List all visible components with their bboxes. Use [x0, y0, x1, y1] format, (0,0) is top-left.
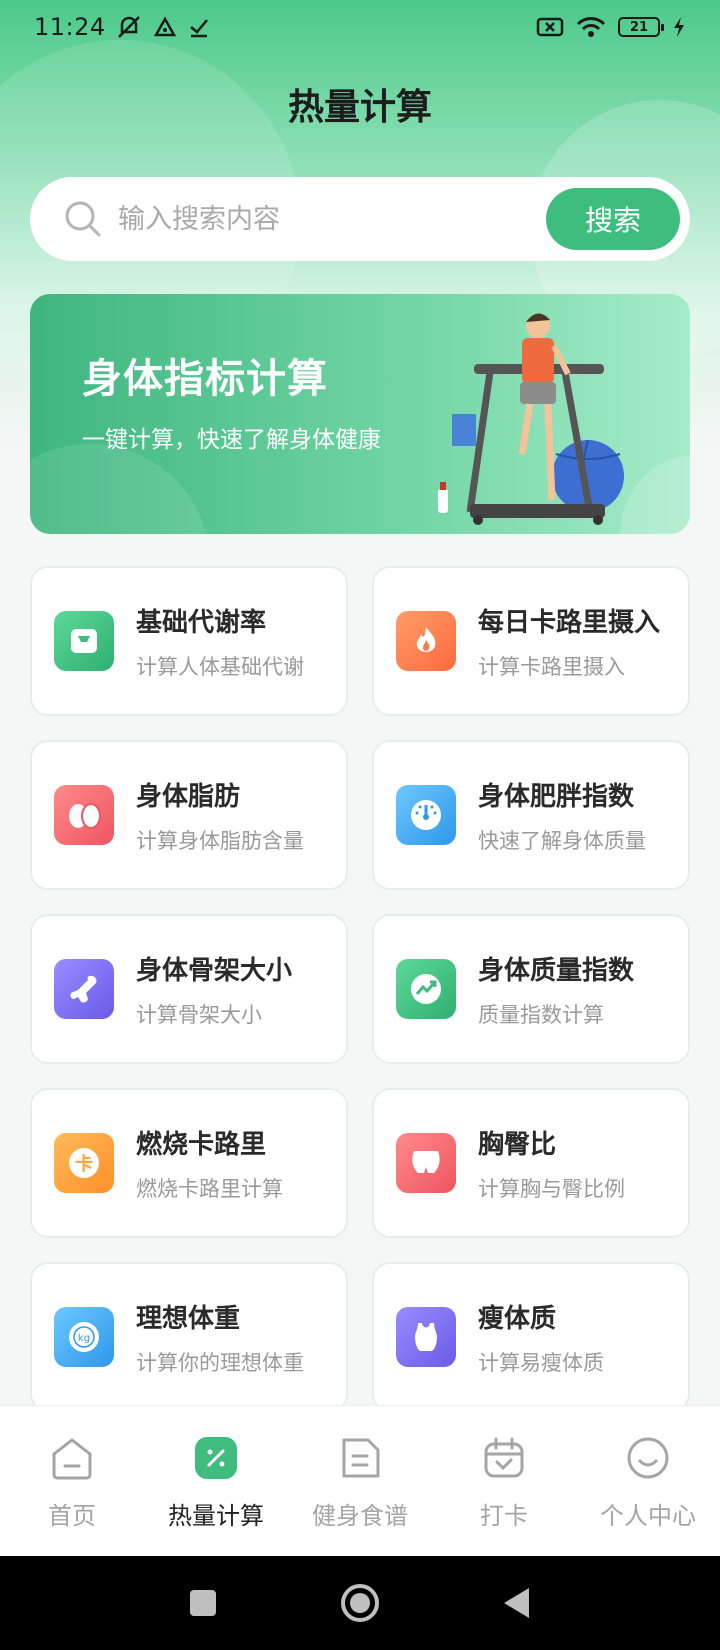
mute-bell-icon [117, 16, 140, 38]
vest-icon [396, 1307, 456, 1367]
triangle-icon [153, 16, 176, 37]
decor-circle [30, 444, 210, 534]
svg-text:kg: kg [78, 1333, 90, 1344]
card-obesity-index[interactable]: 身体肥胖指数 快速了解身体质量 [372, 740, 690, 890]
flame-icon [396, 611, 456, 671]
wifi-icon [576, 17, 606, 37]
battery-indicator: 21 [618, 17, 664, 37]
card-lean-body[interactable]: 瘦体质 计算易瘦体质 [372, 1262, 690, 1412]
card-chest-hip-ratio[interactable]: 胸臀比 计算胸与臀比例 [372, 1088, 690, 1238]
page-title: 热量计算 [287, 87, 432, 128]
status-bar: 11:24 21 [0, 0, 720, 54]
card-subtitle: 计算身体脂肪含量 [136, 828, 304, 853]
card-daily-calorie[interactable]: 每日卡路里摄入 计算卡路里摄入 [372, 566, 690, 716]
card-title: 瘦体质 [478, 1303, 557, 1334]
search-bar: 搜索 [30, 177, 690, 261]
card-subtitle: 快速了解身体质量 [478, 828, 646, 853]
tab-home[interactable]: 首页 [0, 1406, 144, 1556]
system-navigation-bar [0, 1556, 720, 1650]
card-subtitle: 计算骨架大小 [136, 1002, 262, 1027]
recipe-icon [342, 1438, 380, 1478]
banner-title: 身体指标计算 [82, 356, 328, 402]
search-button[interactable]: 搜索 [546, 188, 680, 250]
weight-icon: kg [54, 1307, 114, 1367]
card-bmr[interactable]: 基础代谢率 计算人体基础代谢 [30, 566, 348, 716]
trend-icon [396, 959, 456, 1019]
bone-icon [54, 959, 114, 1019]
search-input[interactable] [118, 203, 498, 235]
card-title: 胸臀比 [478, 1129, 557, 1160]
sim-off-icon [536, 17, 564, 37]
card-title: 身体肥胖指数 [478, 781, 635, 812]
card-subtitle: 计算人体基础代谢 [136, 654, 304, 679]
tab-label: 打卡 [480, 1502, 528, 1530]
card-icon: 卡 [54, 1133, 114, 1193]
card-ideal-weight[interactable]: kg 理想体重 计算你的理想体重 [30, 1262, 348, 1412]
hip-icon [396, 1133, 456, 1193]
search-icon [65, 201, 101, 237]
card-subtitle: 计算胸与臀比例 [478, 1176, 625, 1201]
tab-label: 个人中心 [600, 1502, 696, 1530]
tab-label: 热量计算 [168, 1502, 264, 1530]
card-title: 基础代谢率 [136, 607, 267, 638]
status-time: 11:24 [34, 13, 106, 41]
back-button[interactable] [501, 1586, 533, 1620]
recents-button[interactable] [187, 1587, 219, 1619]
card-subtitle: 计算易瘦体质 [478, 1350, 604, 1375]
card-title: 燃烧卡路里 [136, 1129, 267, 1160]
card-subtitle: 计算你的理想体重 [136, 1350, 304, 1375]
tab-calorie-calc[interactable]: 热量计算 [144, 1406, 288, 1556]
fat-icon [54, 785, 114, 845]
card-bmi[interactable]: 身体质量指数 质量指数计算 [372, 914, 690, 1064]
card-burn-calorie[interactable]: 卡 燃烧卡路里 燃烧卡路里计算 [30, 1088, 348, 1238]
card-body-fat[interactable]: 身体脂肪 计算身体脂肪含量 [30, 740, 348, 890]
card-subtitle: 计算卡路里摄入 [478, 654, 625, 679]
banner-subtitle: 一键计算，快速了解身体健康 [82, 427, 381, 453]
card-skeleton-size[interactable]: 身体骨架大小 计算骨架大小 [30, 914, 348, 1064]
bottom-tab-bar: 首页 热量计算 健身食谱 打卡 个人中心 [0, 1405, 720, 1556]
treadmill-runner-illustration [438, 313, 624, 525]
tab-checkin[interactable]: 打卡 [432, 1406, 576, 1556]
card-title: 每日卡路里摄入 [478, 607, 661, 638]
smile-icon [627, 1437, 669, 1479]
charging-icon [674, 17, 684, 37]
card-title: 身体质量指数 [478, 955, 635, 986]
gauge-icon [396, 785, 456, 845]
tab-fitness-recipe[interactable]: 健身食谱 [288, 1406, 432, 1556]
check-icon [189, 19, 208, 38]
card-title: 理想体重 [136, 1303, 241, 1334]
tab-profile[interactable]: 个人中心 [576, 1406, 720, 1556]
banner-body-index[interactable]: 身体指标计算 一键计算，快速了解身体健康 [30, 294, 690, 534]
calc-icon [195, 1437, 237, 1479]
card-subtitle: 燃烧卡路里计算 [136, 1176, 283, 1201]
scale-icon [54, 611, 114, 671]
home-button[interactable] [339, 1582, 381, 1624]
svg-text:卡: 卡 [75, 1153, 93, 1175]
status-left-icons [116, 14, 210, 40]
home-icon [52, 1438, 92, 1480]
calendar-icon [484, 1437, 524, 1478]
card-title: 身体骨架大小 [136, 955, 293, 986]
status-right-icons: 21 [536, 16, 686, 38]
card-subtitle: 质量指数计算 [478, 1002, 604, 1027]
tab-label: 首页 [48, 1502, 96, 1530]
tab-label: 健身食谱 [312, 1502, 408, 1530]
card-title: 身体脂肪 [136, 781, 241, 812]
